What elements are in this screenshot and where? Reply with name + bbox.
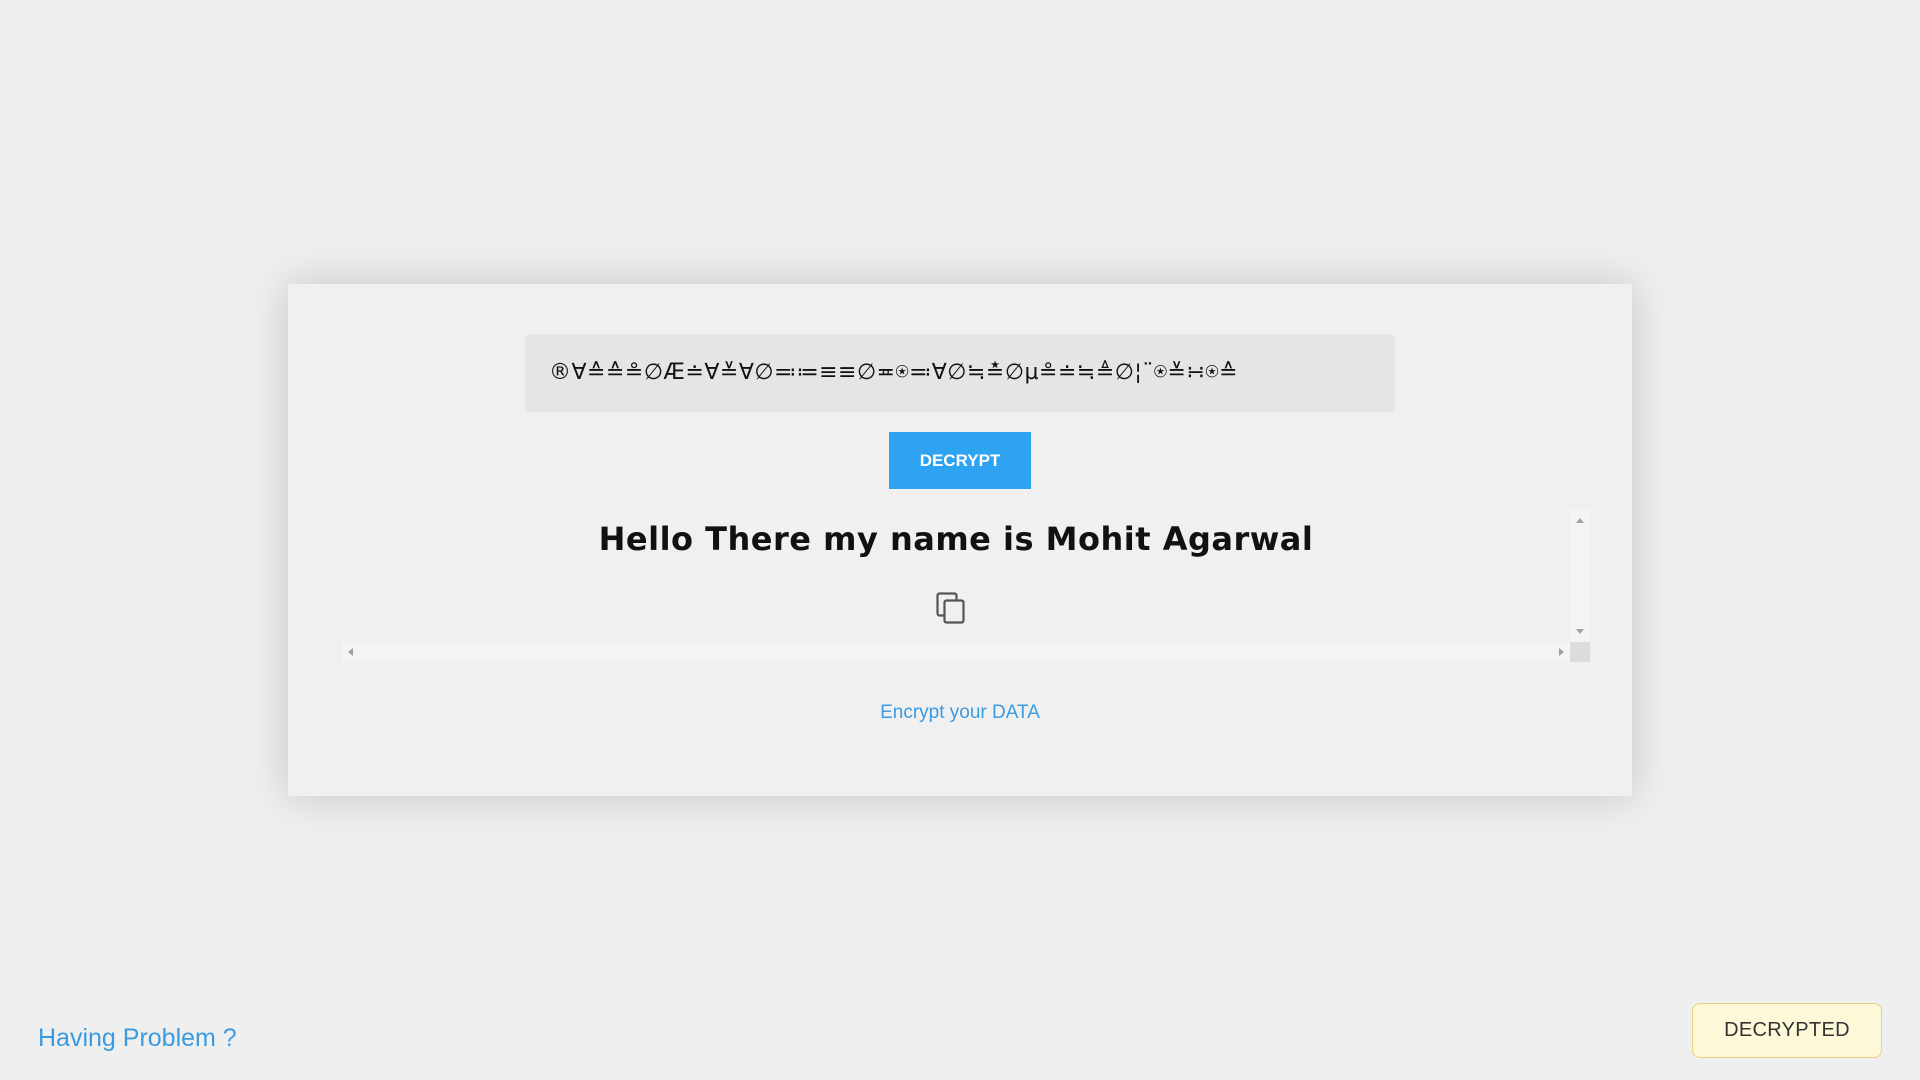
decrypt-card: ®∀≙≙≗∅Æ≐∀≚∀∅≕≔≡≡∅≖⍟≕∀∅≒≛∅µ≗≐≒≜∅¦¨⍟≚∺⍟≙ D…	[288, 284, 1632, 796]
decrypt-button[interactable]: DECRYPT	[889, 432, 1031, 489]
status-badge: DECRYPTED	[1692, 1003, 1882, 1058]
copy-icon[interactable]	[936, 592, 968, 628]
vertical-scrollbar[interactable]	[1570, 510, 1590, 642]
cipher-text-input[interactable]: ®∀≙≙≗∅Æ≐∀≚∀∅≕≔≡≡∅≖⍟≕∀∅≒≛∅µ≗≐≒≜∅¦¨⍟≚∺⍟≙	[525, 334, 1395, 412]
scroll-right-arrow-icon[interactable]	[1559, 648, 1564, 656]
having-problem-link[interactable]: Having Problem ?	[38, 1024, 237, 1053]
encrypt-data-link[interactable]: Encrypt your DATA	[288, 702, 1632, 724]
horizontal-scrollbar[interactable]	[342, 642, 1570, 662]
scroll-down-arrow-icon[interactable]	[1576, 629, 1584, 634]
scrollbar-corner	[1570, 642, 1590, 662]
decrypted-output-text: Hello There my name is Mohit Agarwal	[598, 520, 1314, 558]
output-area[interactable]: Hello There my name is Mohit Agarwal	[342, 510, 1590, 662]
scroll-up-arrow-icon[interactable]	[1576, 518, 1584, 523]
scroll-left-arrow-icon[interactable]	[348, 648, 353, 656]
